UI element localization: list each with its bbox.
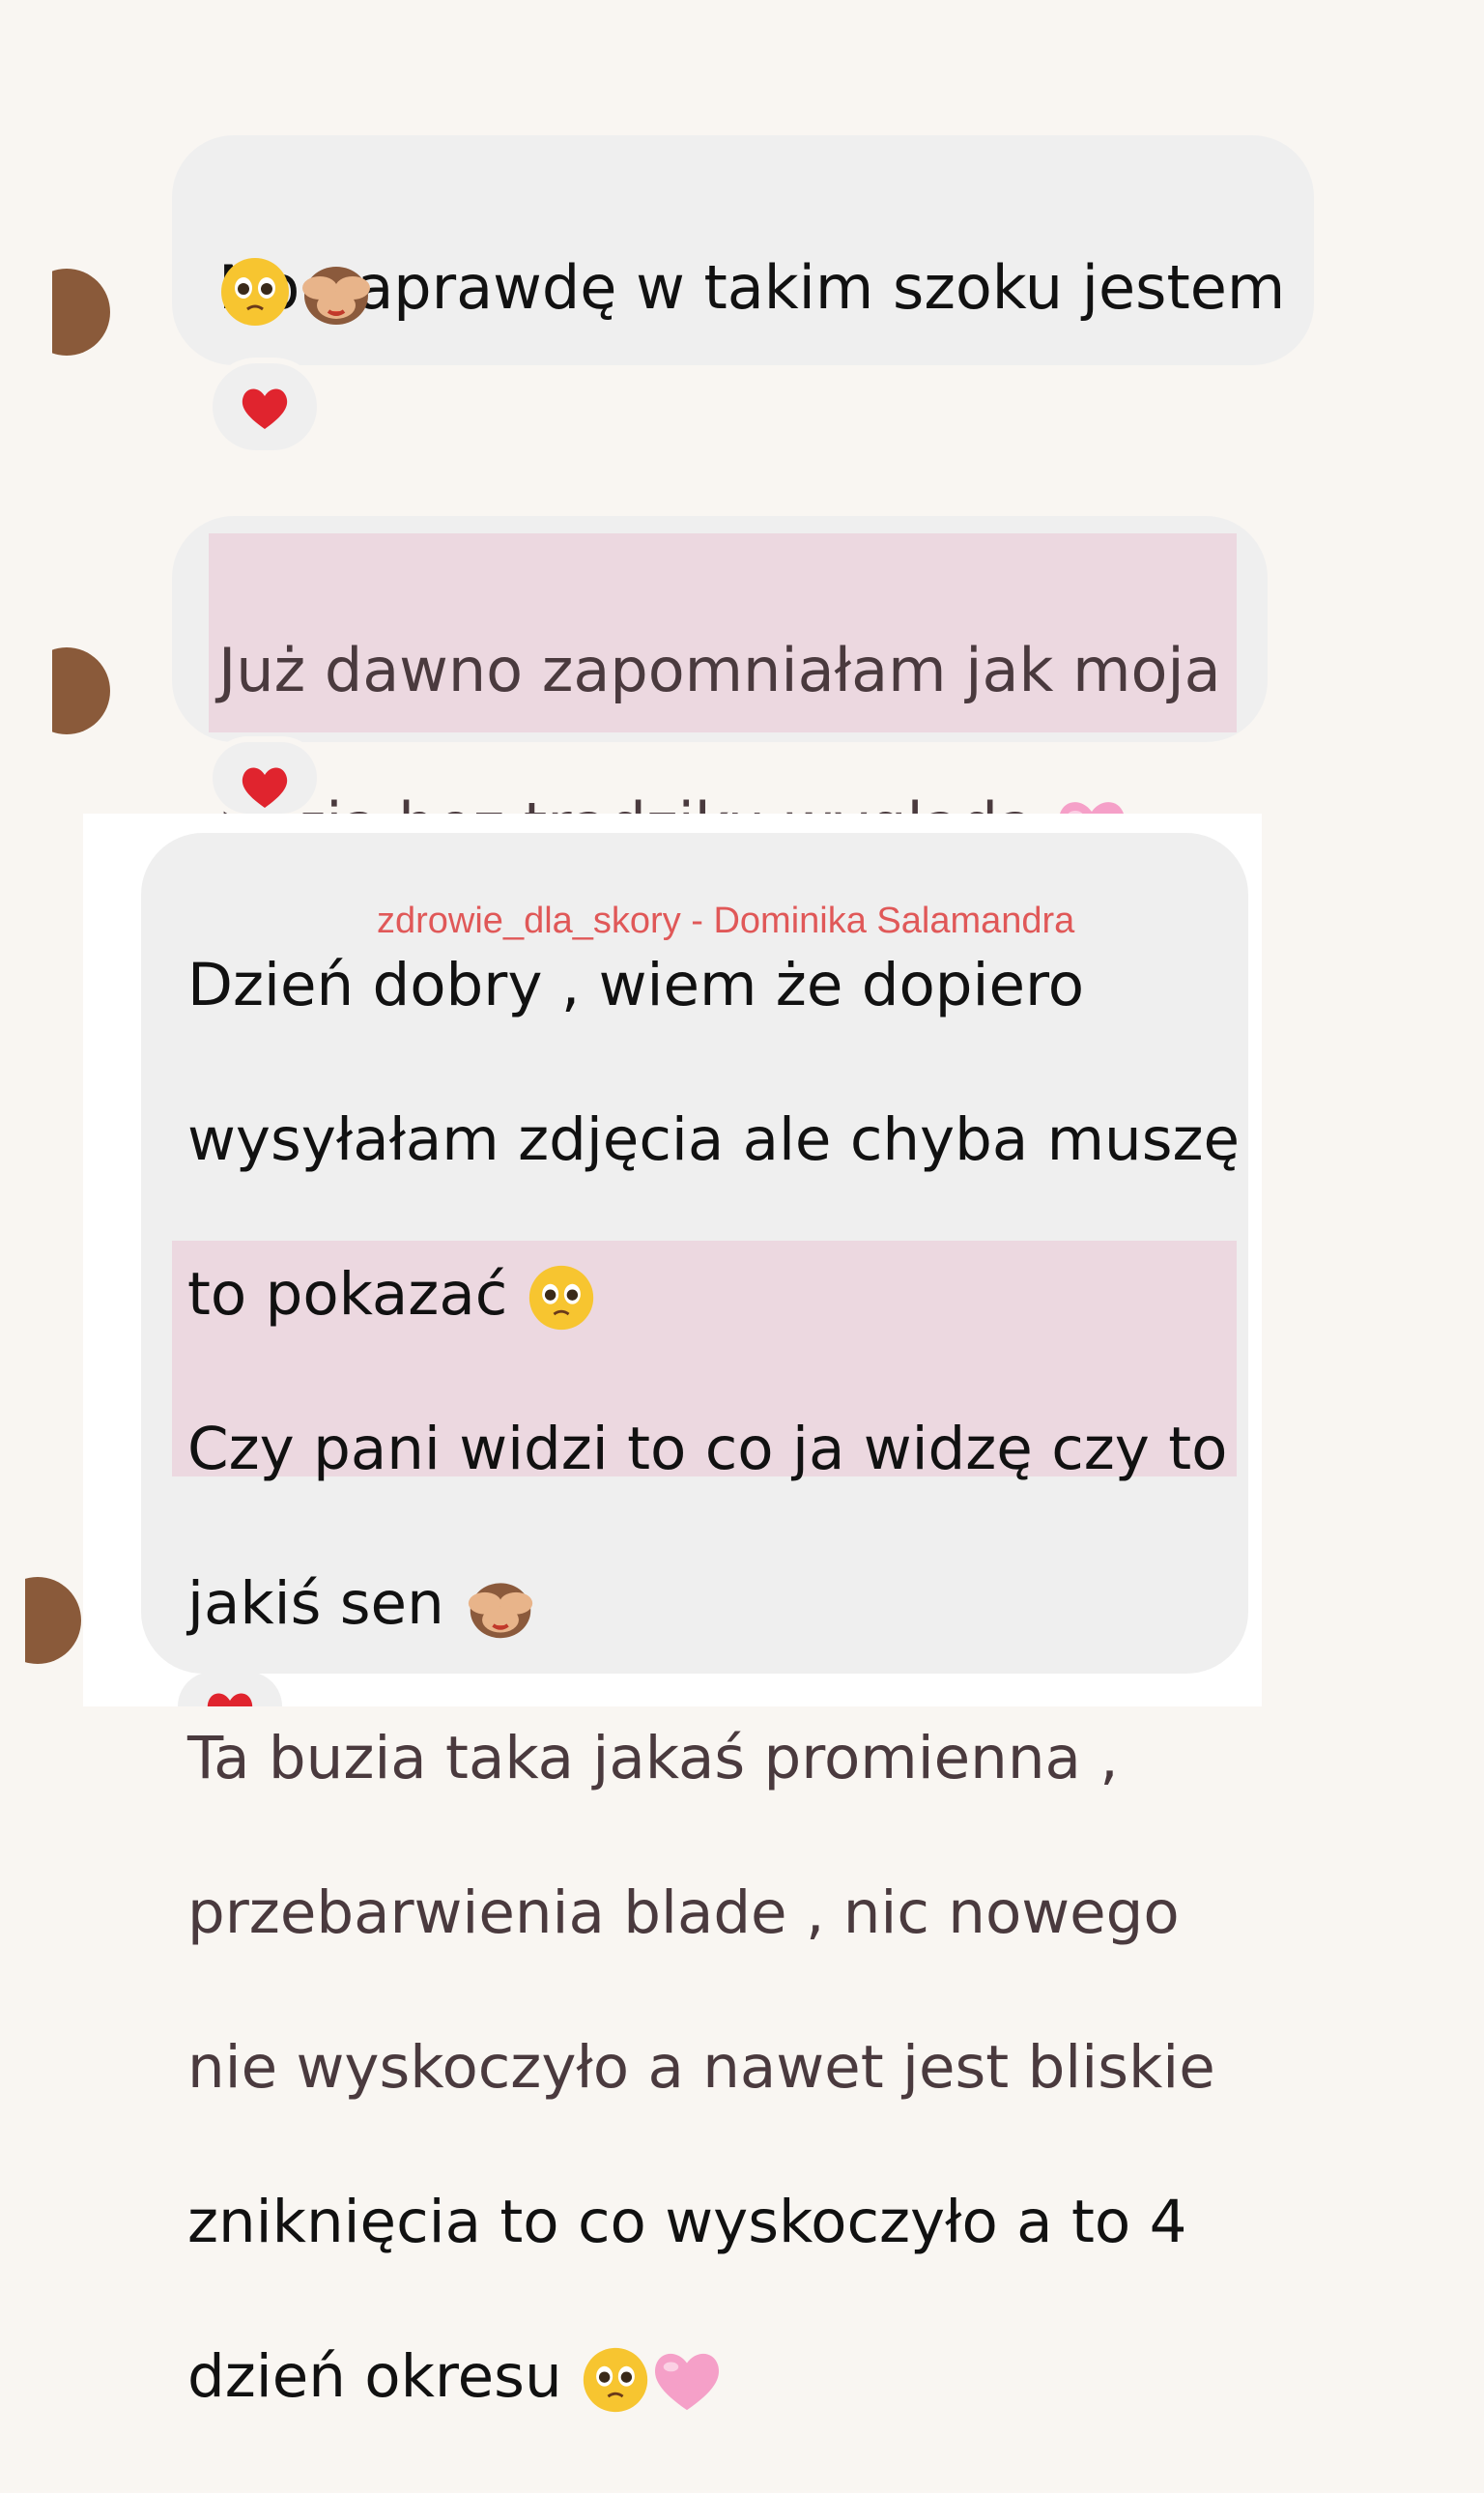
see-no-evil-monkey-icon [302, 267, 371, 325]
pleading-face-icon [221, 258, 289, 326]
message-3-line-8: nie wyskoczyło a nawet jest bliskie [187, 2033, 1215, 2102]
reaction-badge-2[interactable] [213, 742, 317, 814]
message-3-line-7: przebarwienia blade , nic nowego [187, 1878, 1180, 1947]
message-3-line-4: Czy pani widzi to co ja widzę czy to [187, 1415, 1228, 1483]
red-heart-icon [207, 1693, 253, 1706]
message-3-line-2: wysyłałam zdjęcia ale chyba muszę [187, 1105, 1241, 1174]
pleading-face-icon [528, 1266, 593, 1331]
avatar[interactable] [52, 647, 110, 734]
message-3-text: Dzień dobry , wiem że dopiero wysyłałam … [187, 870, 1240, 2493]
message-3-line-6: Ta buzia taka jakaś promienna , [187, 1724, 1119, 1792]
message-3-line-5: jakiś sen [187, 1565, 1240, 1643]
watermark-text: zdrowie_dla_skory - Dominika Salamandra [377, 901, 1075, 941]
reaction-badge-3[interactable] [178, 1672, 282, 1706]
avatar[interactable] [52, 269, 110, 356]
message-3-line-3: to pokazać [187, 1256, 1240, 1333]
avatar[interactable] [25, 1577, 81, 1664]
message-3-line-1: Dzień dobry , wiem że dopiero [187, 951, 1085, 1019]
red-heart-icon [242, 767, 288, 808]
see-no-evil-monkey-icon [468, 1583, 533, 1639]
message-3-line-10: dzień okresu [187, 2338, 1240, 2416]
message-2-line-1: Już dawno zapomniałam jak moja [218, 635, 1221, 705]
reaction-badge-1[interactable] [213, 363, 317, 450]
message-1-text: No naprawdę w takim szoku jestem [218, 172, 1285, 327]
pink-heart-icon [654, 2354, 720, 2411]
pleading-face-icon [583, 2348, 648, 2413]
message-3-line-9: zniknięcia to co wyskoczyło a to 4 [187, 2188, 1187, 2256]
red-heart-icon [242, 388, 288, 429]
message-1-emojis [218, 255, 376, 332]
message-1-line-1: No naprawdę w takim szoku jestem [218, 252, 1286, 323]
